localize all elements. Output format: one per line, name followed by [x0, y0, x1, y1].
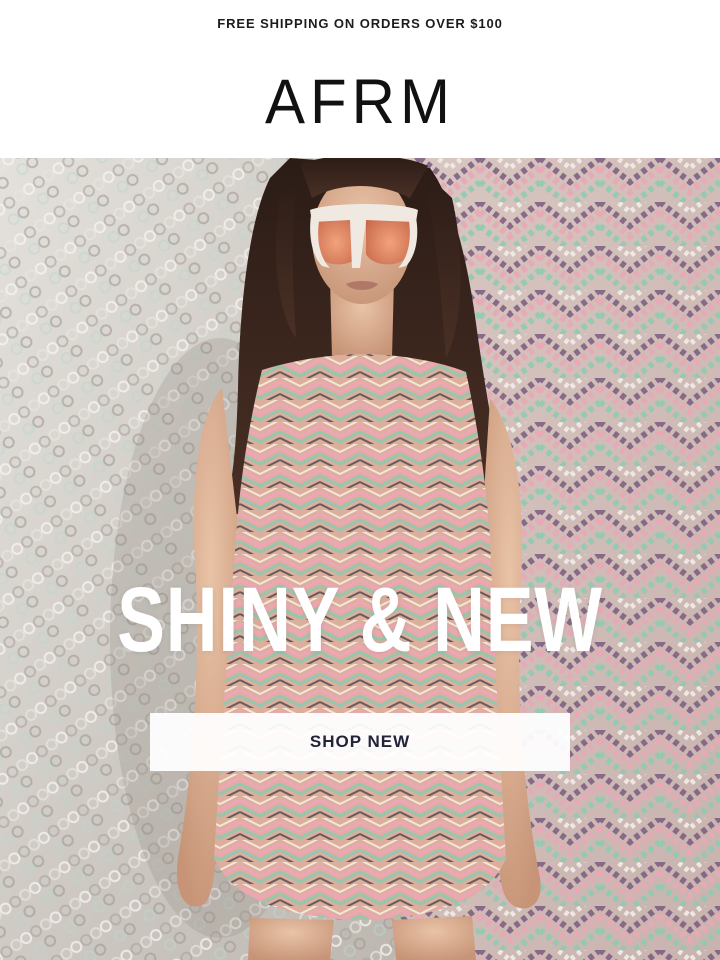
header: AFRM: [0, 46, 720, 158]
hero-image[interactable]: [0, 158, 720, 960]
email-page: FREE SHIPPING ON ORDERS OVER $100 AFRM S…: [0, 0, 720, 960]
free-shipping-text: FREE SHIPPING ON ORDERS OVER $100: [217, 15, 503, 31]
brand-logo[interactable]: AFRM: [265, 70, 455, 134]
hero-banner[interactable]: SHINY & NEW SHOP NEW: [0, 158, 720, 960]
hero-headline: SHINY & NEW: [117, 569, 603, 671]
free-shipping-banner: FREE SHIPPING ON ORDERS OVER $100: [0, 0, 720, 46]
shop-new-button[interactable]: SHOP NEW: [150, 713, 570, 771]
